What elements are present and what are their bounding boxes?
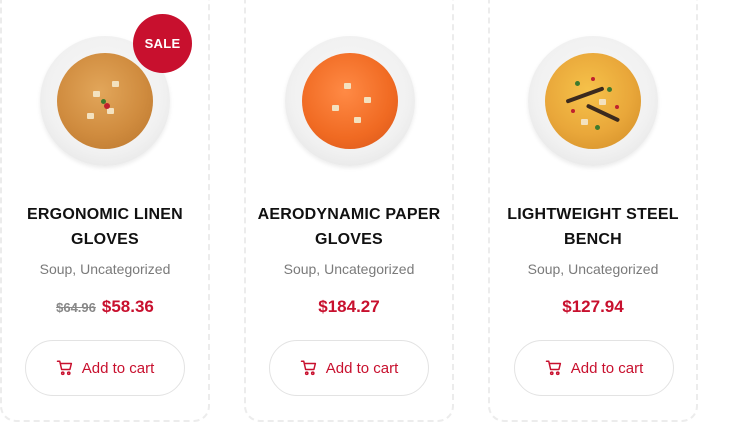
price-row: $127.94 xyxy=(488,297,698,317)
shopping-cart-icon xyxy=(300,360,316,376)
product-categories: Soup, Uncategorized xyxy=(39,261,171,277)
soup-bowl xyxy=(545,53,641,149)
shopping-cart-icon xyxy=(56,360,72,376)
add-to-cart-button[interactable]: Add to cart xyxy=(269,340,429,396)
product-title[interactable]: LIGHTWEIGHT STEEL BENCH xyxy=(488,202,698,252)
add-to-cart-label: Add to cart xyxy=(570,359,644,377)
soup-bowl xyxy=(302,53,398,149)
product-title[interactable]: ERGONOMIC LINEN GLOVES xyxy=(0,202,210,252)
shopping-cart-icon xyxy=(545,360,561,376)
price-row: $184.27 xyxy=(244,297,454,317)
product-image[interactable] xyxy=(285,36,415,166)
sale-price: $58.36 xyxy=(101,297,154,316)
product-categories: Soup, Uncategorized xyxy=(283,261,415,277)
product-categories: Soup, Uncategorized xyxy=(527,261,659,277)
soup-bowl xyxy=(57,53,153,149)
product-title[interactable]: AERODYNAMIC PAPER GLOVES xyxy=(244,202,454,252)
product-price: $184.27 xyxy=(318,297,380,316)
product-image[interactable] xyxy=(528,36,658,166)
add-to-cart-label: Add to cart xyxy=(81,359,155,377)
sale-badge: SALE xyxy=(133,14,192,73)
add-to-cart-button[interactable]: Add to cart xyxy=(25,340,185,396)
old-price: $64.96 xyxy=(56,300,96,315)
price-row: $64.96 $58.36 xyxy=(0,297,210,317)
product-price: $127.94 xyxy=(562,297,624,316)
add-to-cart-button[interactable]: Add to cart xyxy=(514,340,674,396)
add-to-cart-label: Add to cart xyxy=(325,359,399,377)
